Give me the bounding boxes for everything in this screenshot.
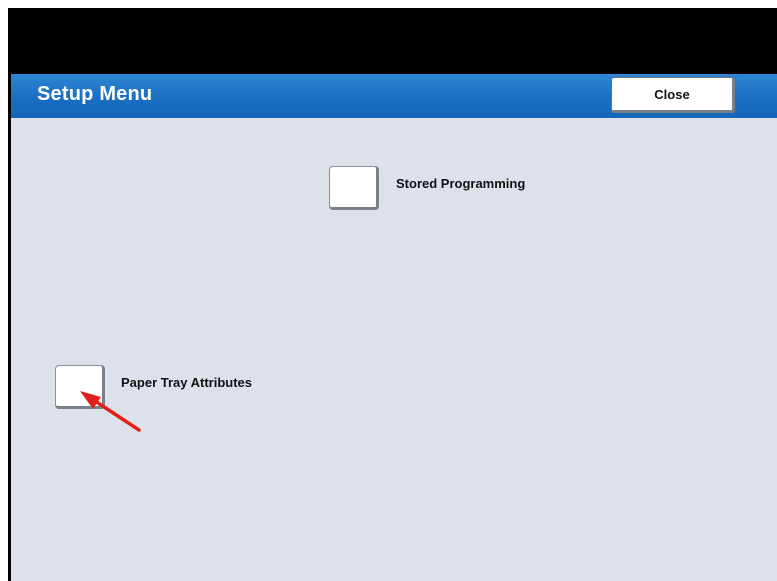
close-button[interactable]: Close [611, 77, 735, 113]
paper-tray-attributes-button[interactable] [55, 365, 105, 409]
paper-tray-attributes-label: Paper Tray Attributes [121, 375, 253, 390]
screen-frame: Setup Menu Close Stored Programming Pape… [8, 8, 777, 581]
page-title: Setup Menu [37, 83, 153, 105]
stored-programming-label: Stored Programming [396, 176, 526, 191]
stored-programming-button[interactable] [329, 166, 379, 210]
title-bar: Setup Menu Close [11, 74, 777, 118]
setup-menu-panel: Stored Programming Paper Tray Attributes [11, 118, 777, 581]
